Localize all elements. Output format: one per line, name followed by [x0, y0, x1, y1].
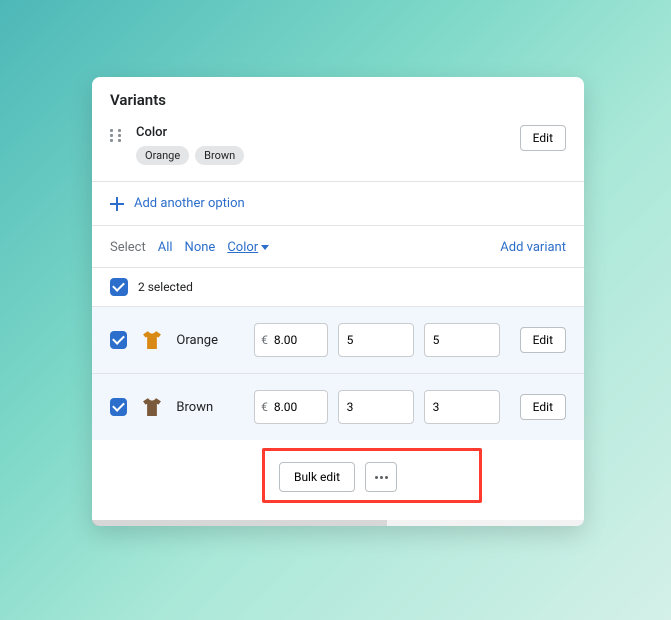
chip-orange: Orange — [136, 146, 189, 165]
add-variant-link[interactable]: Add variant — [500, 240, 566, 255]
row-checkbox[interactable] — [110, 398, 127, 416]
qty-input-1[interactable] — [338, 323, 414, 357]
add-option-button[interactable]: Add another option — [92, 182, 584, 225]
row-checkbox[interactable] — [110, 331, 127, 349]
option-row: Color Orange Brown Edit — [92, 115, 584, 181]
tshirt-icon — [139, 327, 165, 353]
selected-count: 2 selected — [138, 280, 193, 294]
currency-symbol: € — [255, 333, 274, 347]
option-label: Color — [136, 125, 508, 140]
select-none[interactable]: None — [185, 240, 216, 255]
currency-symbol: € — [255, 400, 274, 414]
option-body: Color Orange Brown — [136, 125, 508, 165]
edit-variant-button[interactable]: Edit — [520, 327, 566, 353]
option-chips: Orange Brown — [136, 146, 508, 165]
bulk-edit-button[interactable]: Bulk edit — [279, 462, 355, 492]
qty-input-2[interactable] — [424, 390, 500, 424]
price-field[interactable]: € — [254, 390, 328, 424]
variants-card: Variants Color Orange Brown Edit Add ano… — [92, 77, 584, 526]
price-input[interactable] — [274, 333, 327, 347]
variant-name: Orange — [176, 333, 244, 348]
variant-row: Brown € Edit — [92, 374, 584, 440]
scrollbar[interactable] — [92, 520, 584, 526]
edit-variant-button[interactable]: Edit — [520, 394, 566, 420]
plus-icon — [110, 197, 124, 211]
drag-handle-icon[interactable] — [110, 125, 124, 142]
caret-down-icon — [261, 245, 269, 250]
price-input[interactable] — [274, 400, 327, 414]
select-color-label: Color — [227, 240, 258, 255]
edit-option-button[interactable]: Edit — [520, 125, 566, 151]
variant-thumbnail[interactable] — [137, 392, 166, 422]
qty-input-2[interactable] — [424, 323, 500, 357]
select-color-dropdown[interactable]: Color — [227, 240, 269, 255]
add-option-label: Add another option — [134, 196, 245, 211]
price-field[interactable]: € — [254, 323, 328, 357]
select-all-checkbox[interactable] — [110, 278, 128, 296]
variant-row: Orange € Edit — [92, 307, 584, 374]
section-title: Variants — [92, 77, 584, 115]
dots-icon — [375, 476, 378, 479]
select-all[interactable]: All — [158, 240, 173, 255]
tshirt-icon — [139, 394, 165, 420]
select-label: Select — [110, 240, 146, 255]
variant-thumbnail[interactable] — [137, 325, 166, 355]
chip-brown: Brown — [195, 146, 244, 165]
select-bar: Select All None Color Add variant — [92, 226, 584, 267]
more-actions-button[interactable] — [365, 462, 397, 492]
footer: Bulk edit — [92, 440, 584, 520]
variant-name: Brown — [176, 400, 244, 415]
selected-header: 2 selected — [92, 267, 584, 307]
qty-input-1[interactable] — [338, 390, 414, 424]
